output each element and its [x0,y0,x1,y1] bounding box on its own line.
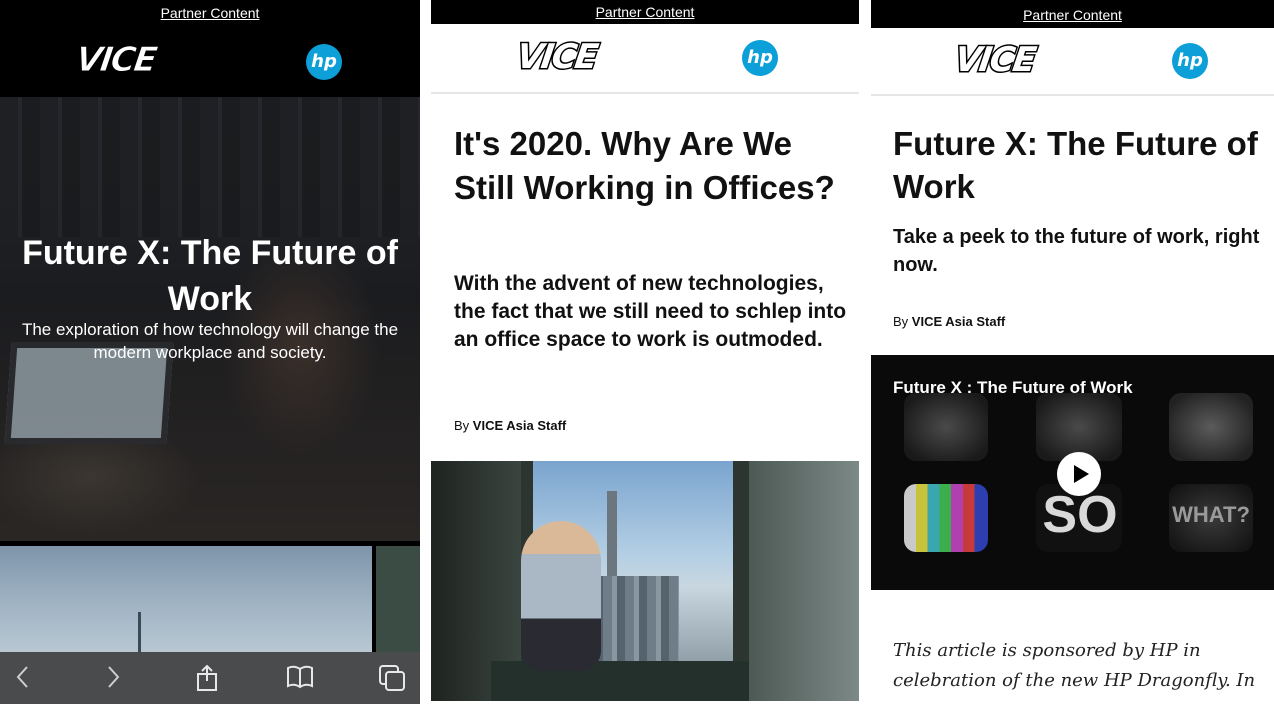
video-thumbnail [1169,393,1253,461]
panel-future-x-hero: Partner Content VICE hp Future X: The Fu… [0,0,420,704]
hp-logo[interactable]: hp [742,40,778,76]
vice-logo[interactable]: VICE [951,39,1039,82]
chevron-left-icon[interactable] [14,664,32,696]
byline: By VICE Asia Staff [454,418,566,433]
byline-prefix: By [454,418,470,433]
photo-person [521,521,601,671]
sponsor-note: This article is sponsored by HP in celeb… [893,640,1256,691]
hp-logo[interactable]: hp [1172,43,1208,79]
article-dek: Take a peek to the future of work, right… [893,226,1260,276]
article-dek: With the advent of new technologies, the… [454,272,847,351]
panel-offices-article: Partner Content VICE hp It's 2020. Why A… [431,0,859,704]
byline-author[interactable]: VICE Asia Staff [912,314,1005,329]
byline: By VICE Asia Staff [893,314,1005,329]
panel-future-x-article: Partner Content VICE hp Future X: The Fu… [871,0,1274,704]
play-icon[interactable] [1057,452,1101,496]
article-headline: Future X: The Future of Work [893,125,1258,205]
article-photo [431,461,859,701]
byline-prefix: By [893,314,909,329]
vice-logo[interactable]: VICE [73,40,159,81]
video-what-text: WHAT? [1172,502,1250,527]
hero-title: Future X: The Future of Work [22,234,398,318]
share-icon[interactable] [195,664,219,698]
byline-author[interactable]: VICE Asia Staff [473,418,566,433]
hp-logo[interactable]: hp [306,44,342,80]
sky-image [0,546,372,652]
hero-subtitle: The exploration of how technology will c… [21,320,399,362]
building-spire [138,612,141,652]
header-divider [871,94,1274,96]
article-headline: It's 2020. Why Are We Still Working in O… [454,125,835,206]
sky-image-edge [376,546,420,652]
video-thumbnail-color-bars [904,484,988,552]
header-divider [431,92,859,94]
book-icon[interactable] [286,664,314,696]
tabs-icon[interactable] [378,664,408,698]
partner-content-link[interactable]: Partner Content [0,5,420,21]
photo-wall-right [749,461,859,701]
video-thumbnail [904,393,988,461]
video-thumbnail [1036,393,1122,461]
vice-logo[interactable]: VICE [513,36,601,79]
chevron-right-icon[interactable] [104,664,122,696]
bookshelf-background [0,97,420,237]
partner-content-link[interactable]: Partner Content [431,4,859,20]
photo-tower [607,491,617,581]
partner-content-link[interactable]: Partner Content [871,7,1274,23]
